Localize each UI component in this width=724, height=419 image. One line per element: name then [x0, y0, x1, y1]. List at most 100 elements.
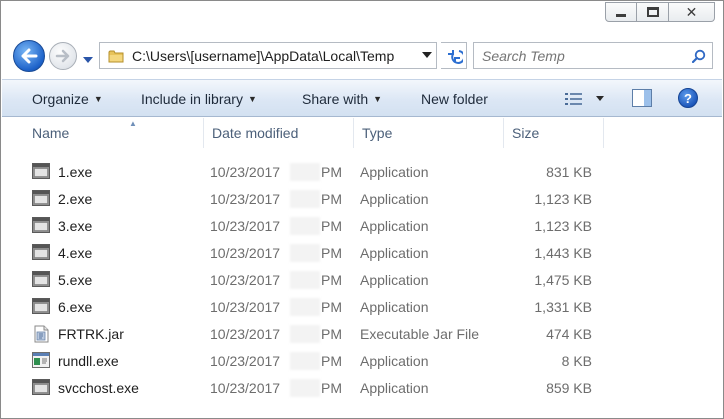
include-in-library-menu[interactable]: Include in library ▼ [141, 80, 257, 117]
application-icon [32, 352, 50, 368]
file-icon [32, 325, 50, 343]
forward-button[interactable] [49, 42, 77, 70]
search-box[interactable] [473, 42, 713, 69]
file-type: Executable Jar File [360, 325, 480, 342]
file-time-period: PM [321, 271, 342, 288]
preview-pane-button[interactable] [632, 89, 652, 107]
close-button[interactable]: ✕ [669, 2, 715, 22]
explorer-window: ✕ C:\Users\[username]\AppData\Local\Temp [0, 0, 724, 419]
chevron-down-icon: ▼ [373, 93, 383, 104]
file-date: 10/23/2017 [210, 271, 281, 288]
file-icon [32, 244, 50, 260]
redacted-time [290, 216, 320, 235]
file-date: 10/23/2017 [210, 352, 281, 369]
file-name[interactable]: 2.exe [58, 191, 92, 207]
file-icon [32, 352, 50, 368]
column-type[interactable]: Type [354, 118, 504, 148]
column-size[interactable]: Size [504, 118, 604, 148]
file-row[interactable]: 6.exe 10/23/2017 PM Application 1,331 KB [2, 293, 722, 320]
chevron-down-icon [596, 96, 604, 101]
file-icon [32, 217, 50, 233]
back-arrow-icon [21, 48, 38, 64]
column-type-label: Type [362, 125, 393, 141]
address-dropdown-icon[interactable] [422, 51, 432, 59]
column-date-label: Date modified [212, 125, 299, 141]
file-time-period: PM [321, 163, 342, 180]
file-row[interactable]: svcchost.exe 10/23/2017 PM Application 859 K… [2, 374, 722, 401]
search-input[interactable] [482, 47, 692, 64]
file-name[interactable]: 3.exe [58, 218, 92, 234]
minimize-icon [616, 13, 626, 17]
address-bar[interactable]: C:\Users\[username]\AppData\Local\Temp [99, 42, 437, 69]
redacted-time [290, 378, 320, 397]
file-name[interactable]: svcchost.exe [58, 380, 139, 396]
help-button[interactable]: ? [678, 88, 698, 108]
file-list: 1.exe 10/23/2017 PM Application 831 KB 2.exe 1… [2, 158, 722, 401]
jar-file-icon [34, 325, 49, 343]
file-size: 1,123 KB [534, 190, 592, 207]
file-time-period: PM [321, 190, 342, 207]
file-row[interactable]: 1.exe 10/23/2017 PM Application 831 KB [2, 158, 722, 185]
file-name[interactable]: 6.exe [58, 299, 92, 315]
new-folder-button[interactable]: New folder [421, 80, 488, 117]
recent-pages-button[interactable] [83, 51, 93, 63]
organize-menu[interactable]: Organize ▼ [32, 80, 103, 117]
file-type: Application [360, 379, 429, 396]
file-date: 10/23/2017 [210, 217, 281, 234]
file-row[interactable]: 2.exe 10/23/2017 PM Application 1,123 KB [2, 185, 722, 212]
redacted-time [290, 297, 320, 316]
column-name[interactable]: Name ▲ [24, 118, 204, 148]
file-size: 1,331 KB [534, 298, 592, 315]
file-size: 8 KB [561, 352, 592, 369]
file-size: 831 KB [546, 163, 592, 180]
file-time-period: PM [321, 325, 342, 342]
exe-file-icon [32, 163, 50, 179]
file-size: 474 KB [546, 325, 592, 342]
file-date: 10/23/2017 [210, 190, 281, 207]
minimize-button[interactable] [605, 2, 637, 22]
exe-file-icon [32, 379, 50, 395]
file-type: Application [360, 217, 429, 234]
column-date-modified[interactable]: Date modified [204, 118, 354, 148]
details-view-icon [565, 93, 582, 105]
file-name[interactable]: rundll.exe [58, 353, 119, 369]
redacted-time [290, 270, 320, 289]
file-time-period: PM [321, 244, 342, 261]
file-name[interactable]: FRTRK.jar [58, 326, 124, 342]
file-type: Application [360, 271, 429, 288]
navigation-bar: C:\Users\[username]\AppData\Local\Temp [1, 37, 723, 75]
caption-buttons: ✕ [605, 2, 715, 22]
share-with-menu[interactable]: Share with ▼ [302, 80, 382, 117]
file-icon [32, 379, 50, 395]
file-row[interactable]: rundll.exe 10/23/2017 PM Application 8 KB [2, 347, 722, 374]
file-row[interactable]: 4.exe 10/23/2017 PM Application 1,443 KB [2, 239, 722, 266]
file-name[interactable]: 1.exe [58, 164, 92, 180]
file-row[interactable]: FRTRK.jar 10/23/2017 PM Executable Jar File… [2, 320, 722, 347]
file-name[interactable]: 5.exe [58, 272, 92, 288]
maximize-button[interactable] [637, 2, 669, 22]
address-path: C:\Users\[username]\AppData\Local\Temp [132, 47, 395, 64]
include-in-library-label: Include in library [141, 90, 243, 107]
search-icon[interactable] [692, 49, 706, 63]
file-type: Application [360, 163, 429, 180]
file-date: 10/23/2017 [210, 379, 281, 396]
change-view-button[interactable] [564, 90, 606, 108]
redacted-time [290, 243, 320, 262]
refresh-button[interactable] [441, 42, 467, 69]
chevron-down-icon [83, 57, 93, 63]
exe-file-icon [32, 271, 50, 287]
column-header-row: Name ▲ Date modified Type Size [2, 118, 722, 148]
file-row[interactable]: 5.exe 10/23/2017 PM Application 1,475 KB [2, 266, 722, 293]
folder-icon [108, 50, 124, 62]
file-row[interactable]: 3.exe 10/23/2017 PM Application 1,123 KB [2, 212, 722, 239]
file-name[interactable]: 4.exe [58, 245, 92, 261]
file-size: 1,443 KB [534, 244, 592, 261]
file-size: 1,475 KB [534, 271, 592, 288]
file-icon [32, 190, 50, 206]
column-size-label: Size [512, 125, 540, 141]
column-name-label: Name [32, 125, 70, 141]
file-icon [32, 298, 50, 314]
file-time-period: PM [321, 217, 342, 234]
back-button[interactable] [13, 40, 45, 72]
forward-arrow-icon [55, 49, 70, 63]
